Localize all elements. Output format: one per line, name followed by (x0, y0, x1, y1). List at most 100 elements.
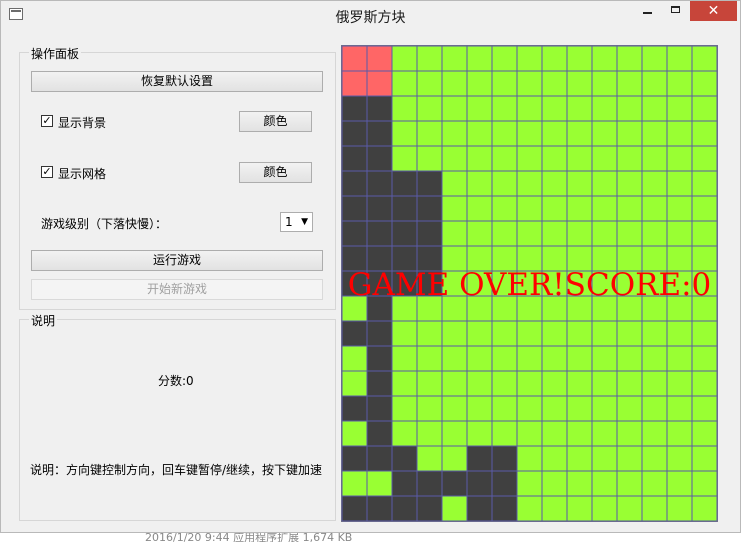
board-cell-empty (641, 470, 668, 497)
board-cell-empty (466, 120, 493, 147)
background-file-row: 2016/1/20 9:44 应用程序扩展 1,674 KB (0, 533, 741, 542)
board-cell-empty (616, 370, 643, 397)
board-cell-empty (616, 170, 643, 197)
board-cell-filled (391, 170, 418, 197)
board-cell-empty (391, 420, 418, 447)
board-cell-filled (416, 470, 443, 497)
instructions-text: 说明：方向键控制方向，回车键暂停/继续，按下键加速 (30, 463, 323, 477)
board-cell-filled (341, 120, 368, 147)
grid-color-button[interactable]: 颜色 (239, 162, 312, 183)
board-cell-empty (666, 420, 693, 447)
title-bar[interactable]: 俄罗斯方块 ✕ (1, 1, 740, 31)
board-cell-empty (616, 420, 643, 447)
board-cell-empty (441, 395, 468, 422)
score-label: 分数:0 (158, 374, 194, 388)
board-cell-empty (591, 345, 618, 372)
board-cell-empty (566, 445, 593, 472)
board-cell-empty (441, 195, 468, 222)
board-cell-filled (391, 220, 418, 247)
board-cell-empty (691, 145, 718, 172)
board-cell-active (366, 45, 393, 72)
board-cell-empty (691, 445, 718, 472)
board-cell-empty (666, 345, 693, 372)
board-cell-filled (416, 195, 443, 222)
board-cell-empty (616, 470, 643, 497)
board-cell-empty (491, 320, 518, 347)
board-cell-filled (366, 95, 393, 122)
show-grid-check-icon[interactable]: ✓ (41, 166, 53, 178)
dropdown-arrow-icon: ▼ (301, 217, 308, 227)
board-cell-empty (441, 95, 468, 122)
board-cell-empty (516, 195, 543, 222)
board-cell-empty (566, 220, 593, 247)
board-cell-empty (566, 345, 593, 372)
board-cell-empty (591, 120, 618, 147)
board-cell-empty (516, 320, 543, 347)
board-cell-empty (641, 70, 668, 97)
board-cell-empty (391, 395, 418, 422)
board-cell-empty (441, 345, 468, 372)
board-cell-empty (566, 95, 593, 122)
board-cell-empty (491, 95, 518, 122)
board-cell-empty (541, 120, 568, 147)
board-cell-empty (391, 45, 418, 72)
board-cell-empty (516, 95, 543, 122)
board-cell-empty (441, 445, 468, 472)
board-cell-empty (616, 445, 643, 472)
board-cell-empty (641, 220, 668, 247)
show-background-check-icon[interactable]: ✓ (41, 115, 53, 127)
board-cell-filled (466, 495, 493, 522)
board-cell-filled (366, 195, 393, 222)
board-cell-empty (641, 195, 668, 222)
board-cell-empty (541, 420, 568, 447)
board-cell-empty (641, 395, 668, 422)
board-cell-empty (666, 145, 693, 172)
board-cell-empty (591, 320, 618, 347)
minimize-button[interactable] (634, 1, 662, 21)
board-cell-empty (466, 420, 493, 447)
board-cell-filled (341, 220, 368, 247)
board-cell-empty (641, 95, 668, 122)
board-cell-empty (441, 145, 468, 172)
board-cell-empty (641, 345, 668, 372)
board-cell-empty (691, 395, 718, 422)
board-cell-empty (691, 45, 718, 72)
board-cell-empty (666, 445, 693, 472)
board-cell-filled (491, 495, 518, 522)
board-cell-empty (691, 470, 718, 497)
board-cell-filled (366, 120, 393, 147)
board-cell-empty (691, 320, 718, 347)
board-cell-empty (391, 345, 418, 372)
board-cell-empty (416, 445, 443, 472)
info-panel: 说明 (19, 312, 336, 521)
background-color-button[interactable]: 颜色 (239, 111, 312, 132)
board-cell-empty (616, 120, 643, 147)
board-cell-filled (366, 145, 393, 172)
board-cell-empty (566, 420, 593, 447)
board-cell-filled (391, 495, 418, 522)
board-cell-empty (341, 420, 368, 447)
board-cell-filled (491, 470, 518, 497)
board-cell-empty (416, 345, 443, 372)
board-cell-empty (691, 420, 718, 447)
board-cell-empty (441, 45, 468, 72)
board-cell-empty (516, 170, 543, 197)
board-cell-empty (616, 95, 643, 122)
board-cell-empty (591, 370, 618, 397)
board-cell-filled (366, 445, 393, 472)
board-cell-active (341, 70, 368, 97)
board-cell-empty (666, 195, 693, 222)
board-cell-empty (541, 45, 568, 72)
level-select[interactable]: 1 ▼ (280, 212, 313, 232)
board-cell-empty (416, 395, 443, 422)
board-cell-empty (491, 395, 518, 422)
run-game-button[interactable]: 运行游戏 (31, 250, 323, 271)
board-cell-filled (341, 95, 368, 122)
reset-defaults-button[interactable]: 恢复默认设置 (31, 71, 323, 92)
board-cell-empty (566, 170, 593, 197)
board-cell-empty (541, 395, 568, 422)
board-cell-empty (466, 195, 493, 222)
board-cell-empty (641, 120, 668, 147)
close-button[interactable]: ✕ (690, 1, 737, 21)
maximize-button[interactable] (662, 1, 690, 21)
